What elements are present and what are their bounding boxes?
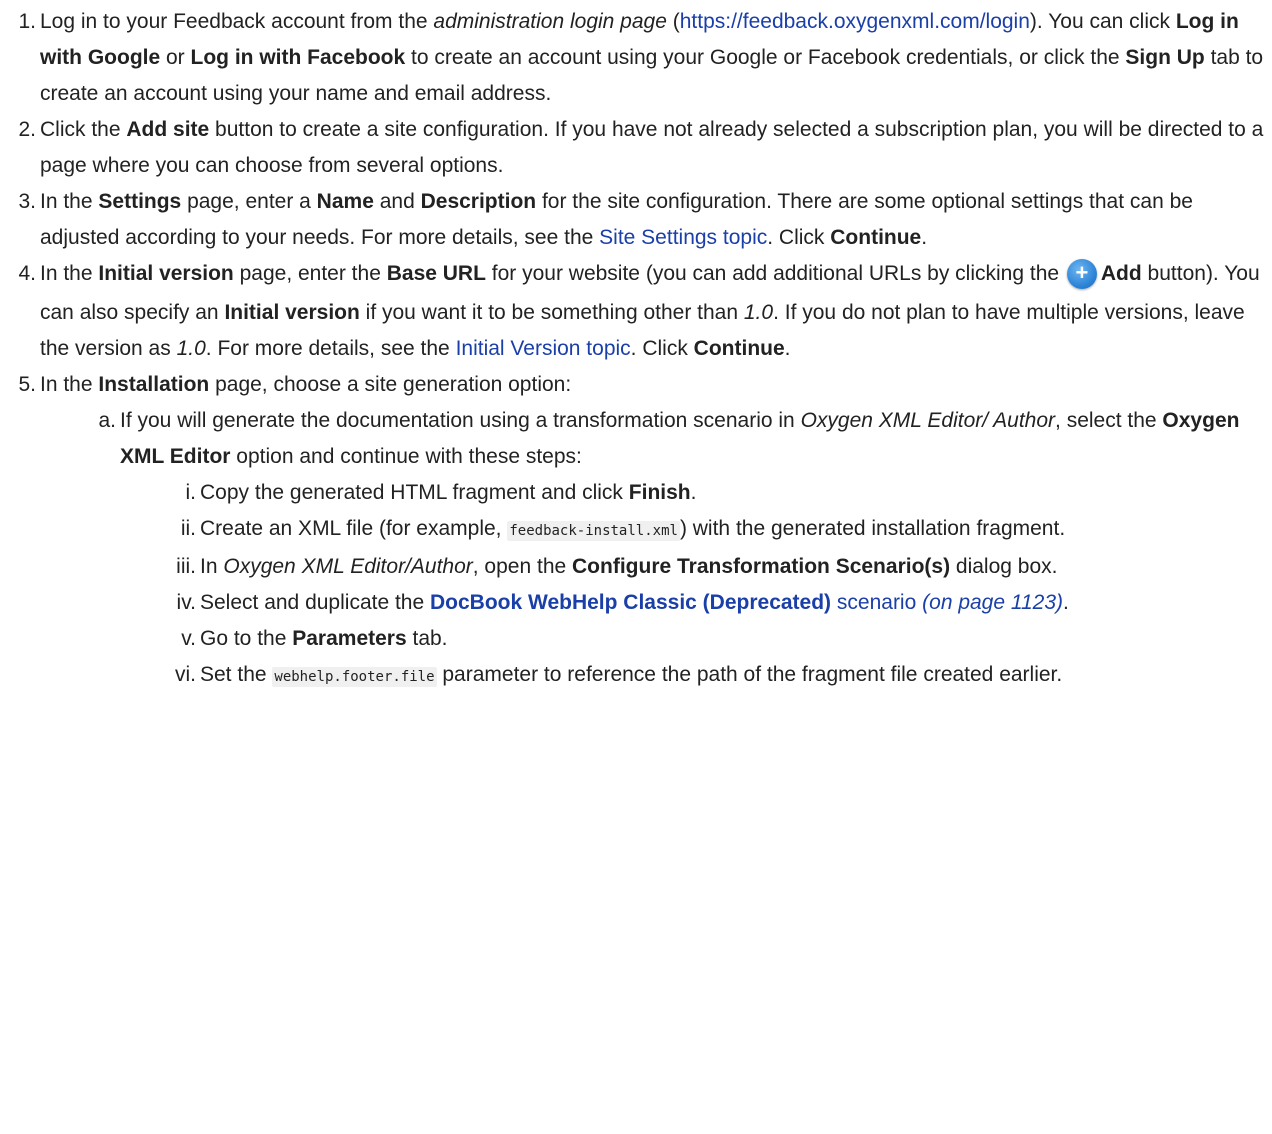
filename-code: feedback-install.xml [507,521,680,541]
ui-term: Log in with Facebook [190,46,406,69]
substep-v: v. Go to the Parameters tab. [170,621,1272,657]
emphasis: administration login page [433,10,667,33]
initial-version-link[interactable]: Initial Version topic [456,337,631,360]
link-term: DocBook WebHelp Classic (Deprecated) [430,591,832,614]
emphasis: 1.0 [176,337,206,360]
step-text: In the [40,373,99,396]
substep-ii: ii. Create an XML file (for example, fee… [170,511,1272,549]
ui-term: Initial version [224,301,360,324]
step-number: 2. [18,118,36,141]
step-number: 4. [18,262,36,285]
emphasis: Oxygen XML Editor/ Author [800,409,1056,432]
step-text: . [784,337,791,360]
step-text: tab. [406,627,448,650]
step-4: 4. In the Initial version page, enter th… [10,256,1272,367]
substep-iv: iv. Select and duplicate the DocBook Web… [170,585,1272,621]
page-reference: (on page 1123) [922,591,1064,614]
step-text: if you want it to be something other tha… [359,301,744,324]
step-text: for your website (you can add additional… [485,262,1065,285]
step-text: Click the [40,118,127,141]
step-text: , select the [1055,409,1163,432]
ui-term: Continue [693,337,785,360]
emphasis: 1.0 [743,301,774,324]
step-text: , open the [472,555,573,578]
site-settings-link[interactable]: Site Settings topic [599,226,767,249]
substep-iii: iii. In Oxygen XML Editor/Author, open t… [170,549,1272,585]
ui-term: Settings [98,190,182,213]
sub-substep-list: i. Copy the generated HTML fragment and … [170,475,1272,695]
substep-number: i. [185,481,197,504]
step-text: button to create a site configuration. I… [40,118,1264,177]
step-text: . [1063,591,1069,614]
emphasis: Oxygen XML Editor/Author [223,555,473,578]
login-link[interactable]: https://feedback.oxygenxml.com/login [680,10,1030,33]
add-icon: + [1066,259,1097,289]
step-5: 5. In the Installation page, choose a si… [10,367,1272,695]
docbook-webhelp-link[interactable]: DocBook WebHelp Classic (Deprecated) sce… [430,591,1063,614]
step-text: page, enter a [181,190,317,213]
step-text: page, enter the [233,262,387,285]
ui-term: Description [420,190,537,213]
substep-number: vi. [175,663,196,686]
step-list: 1. Log in to your Feedback account from … [10,4,1272,695]
step-text: . For more details, see the [205,337,456,360]
step-text: If you will generate the documentation u… [120,409,801,432]
substep-number: iv. [176,591,196,614]
step-number: 5. [18,373,36,396]
ui-term: Base URL [386,262,486,285]
step-2: 2. Click the Add site button to create a… [10,112,1272,184]
document-page: 1. Log in to your Feedback account from … [0,0,1272,695]
substep-i: i. Copy the generated HTML fragment and … [170,475,1272,511]
ui-term: Initial version [98,262,234,285]
ui-term: Add site [126,118,210,141]
step-text: or [160,46,191,69]
step-text: ) with the generated installation fragme… [679,517,1066,540]
step-text: . Click [767,226,831,249]
step-text: and [373,190,421,213]
step-text: . [690,481,697,504]
ui-term: Parameters [292,627,407,650]
substep-vi: vi. Set the webhelp.footer.file paramete… [170,657,1272,695]
step-text: Log in to your Feedback account from the [40,10,434,33]
step-text: Set the [200,663,273,686]
parameter-code: webhelp.footer.file [272,667,437,687]
step-1: 1. Log in to your Feedback account from … [10,4,1272,112]
step-text: . [921,226,928,249]
ui-term: Finish [628,481,691,504]
step-3: 3. In the Settings page, enter a Name an… [10,184,1272,256]
ui-term: Sign Up [1125,46,1205,69]
step-text: ( [666,10,680,33]
ui-term: Name [316,190,374,213]
step-text: In the [40,262,99,285]
substep-list: a. If you will generate the documentatio… [90,403,1272,695]
step-text: dialog box. [950,555,1058,578]
step-text: In the [40,190,99,213]
step-text: In [200,555,224,578]
ui-term: Configure Transformation Scenario(s) [572,555,951,578]
step-text: parameter to reference the path of the f… [436,663,1063,686]
step-text: Go to the [200,627,293,650]
ui-term: Continue [830,226,922,249]
ui-term: Add [1100,262,1142,285]
substep-a: a. If you will generate the documentatio… [90,403,1272,695]
substep-number: ii. [180,517,196,540]
substep-number: a. [98,409,116,432]
step-text: Select and duplicate the [200,591,430,614]
step-text: ). You can click [1029,10,1176,33]
substep-number: v. [181,627,196,650]
step-text: page, choose a site generation option: [209,373,572,396]
step-text: Create an XML file (for example, [200,517,508,540]
step-text: option and continue with these steps: [230,445,582,468]
substep-number: iii. [176,555,196,578]
step-number: 1. [18,10,36,33]
ui-term: Installation [98,373,210,396]
link-text: scenario [836,591,917,614]
step-number: 3. [18,190,36,213]
step-text: . Click [630,337,694,360]
step-text: Copy the generated HTML fragment and cli… [200,481,629,504]
step-text: to create an account using your Google o… [405,46,1126,69]
